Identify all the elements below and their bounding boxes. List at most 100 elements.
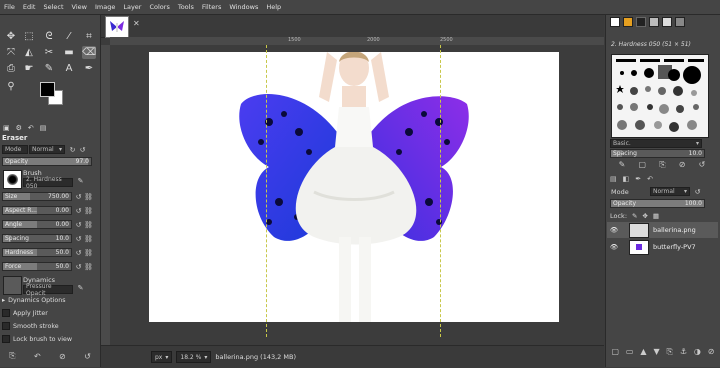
size-slider[interactable]: Size 750.00	[2, 192, 72, 201]
menu-filters[interactable]: Filters	[198, 3, 225, 11]
new-layer-icon[interactable]: ▢	[611, 347, 619, 357]
delete-options-icon[interactable]: ⊘	[59, 352, 66, 361]
aspect-ratio-slider[interactable]: Aspect R... 0.00	[2, 206, 72, 215]
reset-force-icon[interactable]: ↺	[74, 262, 83, 271]
layer-opacity-slider[interactable]: Opacity 100.0	[610, 199, 705, 208]
device-status-tab-icon[interactable]: ⚙	[16, 124, 22, 132]
eraser-icon[interactable]: ⌫	[82, 46, 96, 59]
swap-icon[interactable]: ↺	[78, 145, 87, 154]
lock-position-icon[interactable]: ✥	[642, 212, 647, 220]
mode-dropdown[interactable]: Normal ▾	[29, 145, 65, 154]
apply-jitter-checkbox[interactable]: Apply Jitter	[2, 309, 48, 317]
smooth-stroke-checkbox[interactable]: Smooth stroke	[2, 322, 59, 330]
layer-mode-dropdown[interactable]: Normal ▾	[650, 187, 690, 196]
anchor-layer-icon[interactable]: ⚓	[680, 347, 687, 357]
edit-dynamics-icon[interactable]: ✎	[76, 283, 85, 292]
new-brush-icon[interactable]: ▢	[638, 160, 646, 170]
save-options-icon[interactable]: ⎘	[9, 351, 15, 361]
menu-colors[interactable]: Colors	[145, 3, 173, 11]
delete-layer-icon[interactable]: ⊘	[708, 347, 715, 357]
spacing-slider[interactable]: Spacing 10.0	[2, 234, 72, 243]
raise-layer-icon[interactable]: ▲	[640, 347, 646, 357]
link-spacing-icon[interactable]: ⛓	[84, 234, 93, 243]
refresh-brushes-icon[interactable]: ↺	[699, 160, 706, 170]
reset-size-icon[interactable]: ↺	[74, 192, 83, 201]
link-hardness-icon[interactable]: ⛓	[84, 248, 93, 257]
menu-tools[interactable]: Tools	[174, 3, 198, 11]
brush-name-field[interactable]: 2. Hardness 050	[23, 176, 73, 190]
foreground-color-swatch[interactable]	[40, 82, 55, 97]
undo-tab-icon[interactable]: ↶	[647, 175, 653, 183]
duplicate-layer-icon[interactable]: ⎘	[667, 347, 673, 357]
vertical-guide-right[interactable]	[440, 45, 441, 337]
path-icon[interactable]: ✒	[82, 62, 96, 75]
menu-layer[interactable]: Layer	[119, 3, 145, 11]
image-canvas[interactable]	[149, 52, 559, 322]
dynamics-field[interactable]: Pressure Opacit	[23, 283, 73, 297]
link-force-icon[interactable]: ⛓	[84, 262, 93, 271]
vertical-guide-left[interactable]	[266, 45, 267, 337]
eye-icon[interactable]: 👁	[607, 226, 621, 234]
reset-angle-icon[interactable]: ↺	[74, 220, 83, 229]
reset-mode-icon[interactable]: ↻	[68, 145, 77, 154]
dynamics-options-expander[interactable]: ▸ Dynamics Options	[2, 297, 66, 304]
magnify-icon[interactable]: ⚲	[4, 80, 18, 93]
paintbrush-icon[interactable]: ▬	[62, 46, 76, 59]
menu-file[interactable]: File	[0, 3, 19, 11]
reset-options-icon[interactable]: ↺	[84, 352, 91, 361]
channels-tab-icon[interactable]: ◧	[623, 175, 630, 183]
eye-icon[interactable]: 👁	[607, 243, 621, 251]
unit-dropdown[interactable]: px ▾	[151, 351, 173, 363]
swatch-gray[interactable]	[649, 17, 659, 27]
duplicate-brush-icon[interactable]: ⎘	[659, 160, 665, 170]
force-slider[interactable]: Force 50.0	[2, 262, 72, 271]
menu-edit[interactable]: Edit	[19, 3, 40, 11]
image-tab-thumbnail[interactable]	[105, 16, 129, 38]
opacity-slider[interactable]: Opacity 97.0	[2, 157, 92, 166]
undo-history-tab-icon[interactable]: ↶	[28, 124, 34, 132]
move-tool-icon[interactable]: ✥	[4, 30, 18, 43]
tool-options-tab-icon[interactable]: ▣	[3, 124, 10, 132]
clone-icon[interactable]: ⎙	[4, 62, 18, 75]
rect-select-icon[interactable]: ⬚	[22, 30, 36, 43]
swatch-orange[interactable]	[623, 17, 633, 27]
scissors-icon[interactable]: ✂	[42, 46, 56, 59]
layer-row[interactable]: 👁 ballerina.png	[607, 222, 718, 238]
close-tab-icon[interactable]: ✕	[133, 19, 140, 28]
angle-slider[interactable]: Angle 0.00	[2, 220, 72, 229]
warp-icon[interactable]: ◭	[22, 46, 36, 59]
swatch-white[interactable]	[610, 17, 620, 27]
lock-pixels-icon[interactable]: ✎	[632, 212, 637, 220]
mask-layer-icon[interactable]: ◑	[694, 347, 701, 357]
lower-layer-icon[interactable]: ▼	[653, 347, 659, 357]
dynamics-preview[interactable]	[3, 276, 22, 295]
color-picker-icon[interactable]: ✎	[42, 62, 56, 75]
new-group-icon[interactable]: ▭	[626, 347, 634, 357]
link-size-icon[interactable]: ⛓	[84, 192, 93, 201]
menu-image[interactable]: Image	[91, 3, 119, 11]
layer-row[interactable]: 👁 butterfly-PV7	[607, 239, 718, 255]
text-icon[interactable]: A	[62, 62, 76, 75]
swatch-light[interactable]	[662, 17, 672, 27]
delete-brush-icon[interactable]: ⊘	[679, 160, 686, 170]
reset-aspect-icon[interactable]: ↺	[74, 206, 83, 215]
brush-grid[interactable]	[611, 54, 709, 138]
reset-hardness-icon[interactable]: ↺	[74, 248, 83, 257]
menu-windows[interactable]: Windows	[225, 3, 262, 11]
restore-options-icon[interactable]: ↶	[34, 352, 41, 361]
zoom-dropdown[interactable]: 18.2 % ▾	[176, 351, 212, 363]
lock-brush-checkbox[interactable]: Lock brush to view	[2, 335, 72, 343]
edit-brush-panel-icon[interactable]: ✎	[619, 160, 626, 170]
brush-preset-dropdown[interactable]: Basic. ▾	[610, 139, 702, 148]
crop-icon[interactable]: ⌗	[82, 30, 96, 43]
swatch-mid[interactable]	[675, 17, 685, 27]
fuzzy-select-icon[interactable]: ⁄	[62, 30, 76, 43]
reset-spacing-icon[interactable]: ↺	[74, 234, 83, 243]
menu-help[interactable]: Help	[262, 3, 285, 11]
brush-spacing-slider[interactable]: Spacing 10.0	[610, 149, 705, 158]
images-tab-icon[interactable]: ▤	[40, 124, 47, 132]
paths-tab-icon[interactable]: ✒	[635, 175, 641, 183]
link-aspect-icon[interactable]: ⛓	[84, 206, 93, 215]
menu-view[interactable]: View	[68, 3, 91, 11]
lasso-icon[interactable]: ᘓ	[42, 30, 56, 43]
